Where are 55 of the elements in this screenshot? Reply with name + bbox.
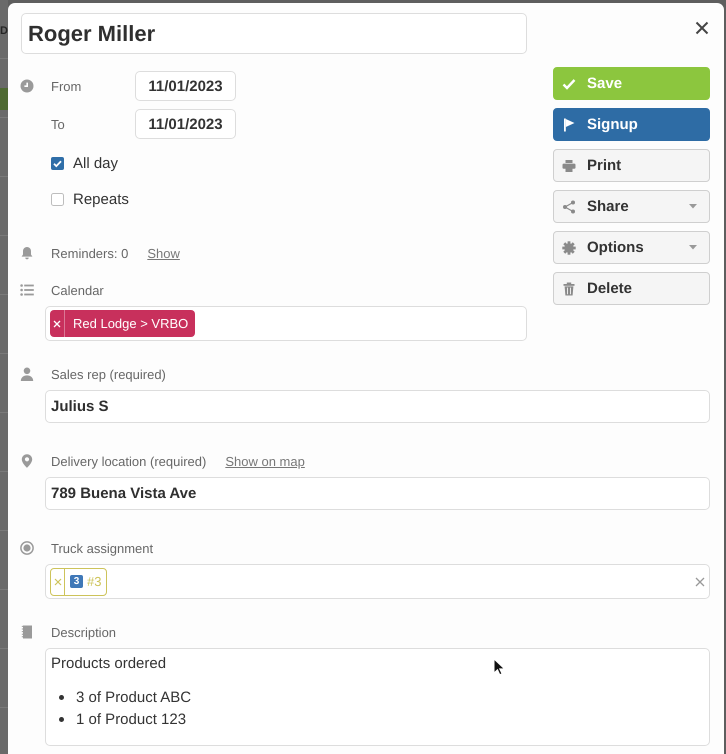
bullet-icon [59,694,64,700]
notebook-icon [20,625,34,639]
date-field[interactable]: 11/01/2023 [135,71,236,101]
print-button[interactable]: Print [553,149,710,182]
share-icon [562,200,576,214]
printer-icon [562,158,576,172]
backdrop-text: D [0,25,8,38]
field-label: Truck assignment [51,540,154,556]
date-label: From [51,78,82,94]
field-label: Sales rep (required) [51,366,166,382]
options-button[interactable]: Options [553,231,710,264]
delete-button[interactable]: Delete [553,272,710,305]
show-on-map-link[interactable]: Show on map [225,454,305,468]
mouse-pointer-icon [493,658,505,676]
remove-icon [54,578,62,586]
person-icon [20,367,34,381]
map-pin-icon [20,454,34,468]
reminders-label: Reminders: 0 [51,246,128,260]
checkbox-label: Repeats [73,190,129,208]
description-box[interactable]: Products ordered 3 of Product ABC 1 of Product 123 [45,648,710,746]
check-icon [562,76,576,90]
field-label: Description [51,624,116,640]
field-label: Calendar [51,282,104,298]
field-label: Delivery location (required) [51,454,206,468]
truck-assignment-field[interactable]: 3 #3 [45,564,710,599]
description-heading: Products ordered [51,654,166,674]
date-label: To [51,116,66,132]
clear-icon [695,576,705,586]
checkbox[interactable] [51,156,64,170]
list-item-text: 3 of Product ABC [76,688,192,706]
share-button[interactable]: Share [553,190,710,223]
show-reminders-link[interactable]: Show [147,246,180,260]
clock-icon [20,79,34,93]
list-icon [20,283,34,297]
date-field[interactable]: 11/01/2023 [135,109,236,139]
trash-icon [562,282,576,296]
tag-label: #3 [87,574,102,589]
checkbox[interactable] [51,192,64,206]
close-icon [695,21,709,35]
gear-icon [562,240,576,254]
signup-button[interactable]: Signup [553,108,710,141]
checkbox-label: All day [73,154,118,172]
calendar-field[interactable]: Red Lodge > VRBO [45,306,527,341]
title-field[interactable]: Roger Miller [21,13,527,54]
bullet-icon [59,716,64,722]
event-bar [0,88,8,110]
truck-number-badge: 3 [70,575,83,588]
delivery-location-field[interactable]: 789 Buena Vista Ave [45,477,710,510]
radio-icon [20,541,34,555]
sales-rep-field[interactable]: Julius S [45,390,710,423]
flag-icon [562,118,576,132]
remove-icon [53,320,61,328]
bell-icon [20,246,34,260]
list-item-text: 1 of Product 123 [76,710,186,728]
tag-label: Red Lodge > VRBO [72,315,190,333]
